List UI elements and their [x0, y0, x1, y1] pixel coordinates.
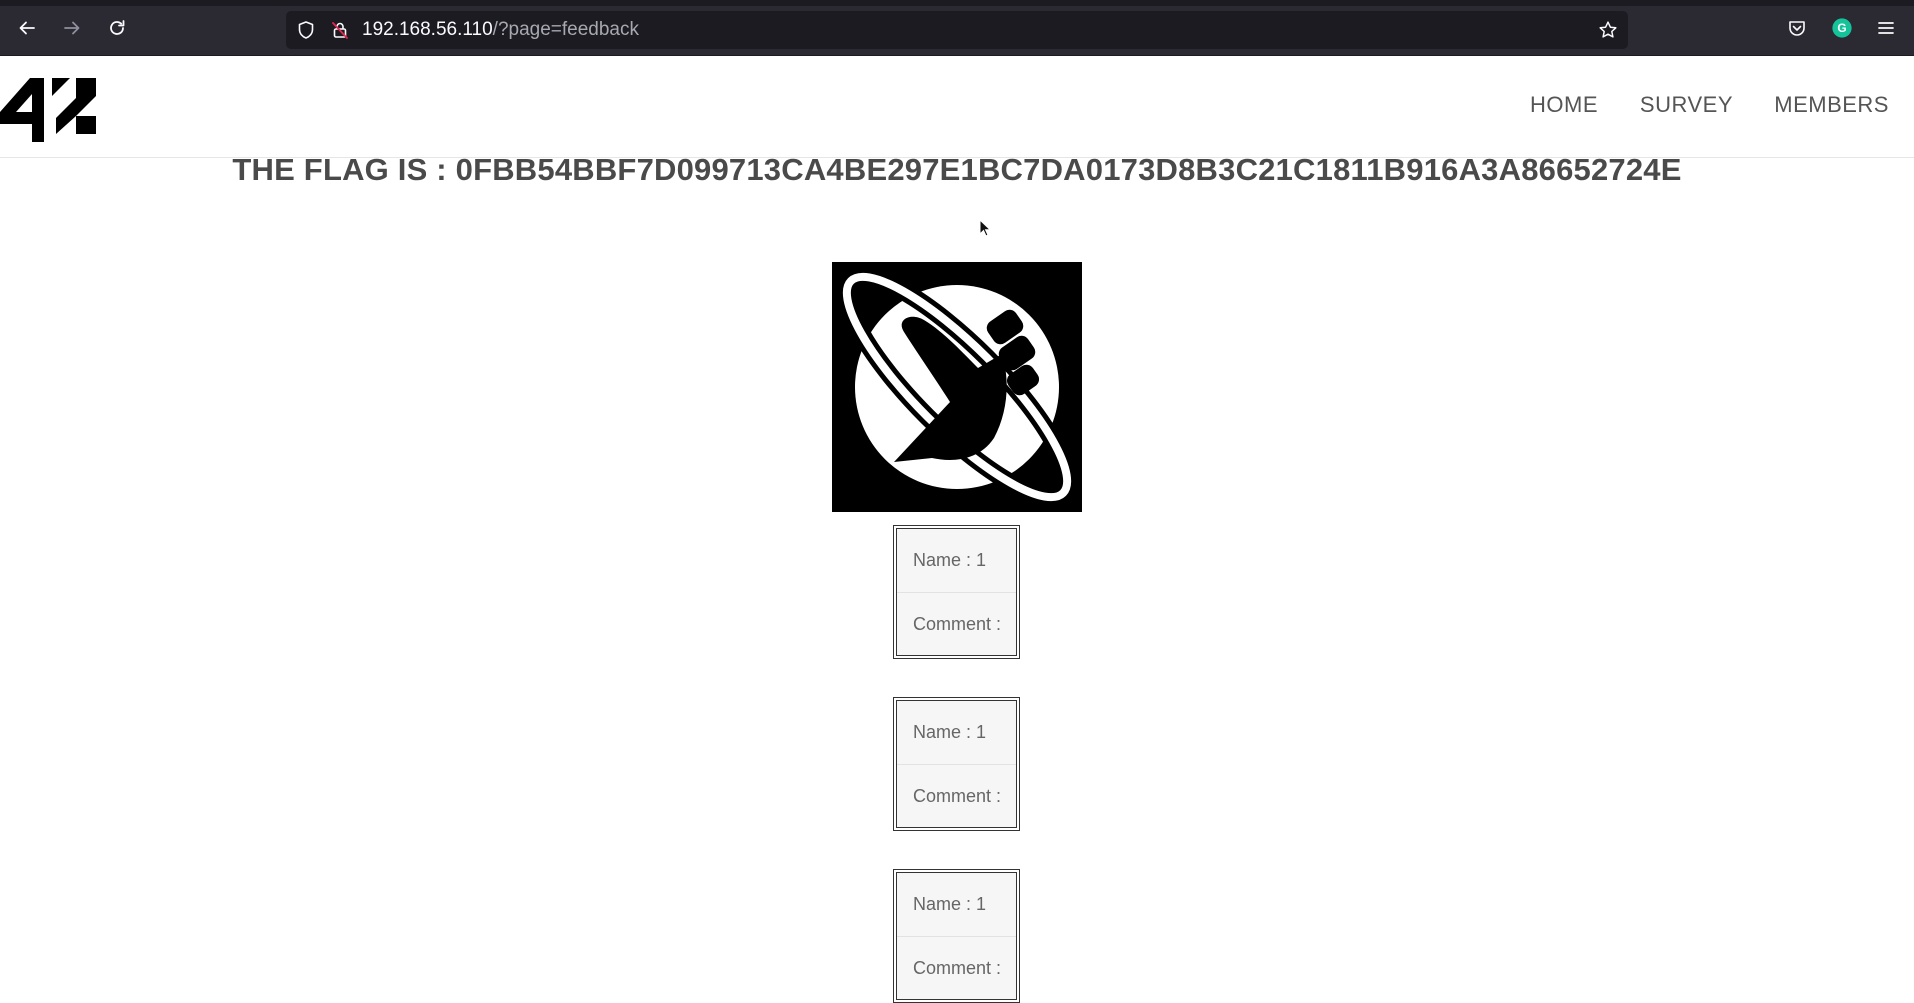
mouse-cursor-icon: [979, 219, 991, 237]
url-host: 192.168.56.110: [362, 19, 493, 40]
feedback-comment: Comment :: [897, 592, 1016, 655]
hamburger-menu-icon[interactable]: [1874, 16, 1898, 40]
url-text[interactable]: 192.168.56.110/?page=feedback: [362, 20, 639, 40]
planet-thumb-image: [832, 262, 1082, 512]
forward-button[interactable]: [58, 14, 86, 42]
reload-button[interactable]: [103, 14, 131, 42]
nav-home[interactable]: HOME: [1530, 92, 1598, 118]
feedback-comment: Comment :: [897, 764, 1016, 827]
grammarly-icon[interactable]: G: [1830, 16, 1854, 40]
feedback-entry: Name : 1 Comment :: [893, 869, 1020, 1003]
feedback-comment: Comment :: [897, 936, 1016, 999]
back-button[interactable]: [13, 14, 41, 42]
logo-42[interactable]: [0, 72, 98, 142]
back-arrow-icon: [19, 21, 35, 35]
grammarly-letter: G: [1837, 21, 1846, 35]
feedback-name: Name : 1: [913, 550, 987, 570]
reload-icon: [110, 20, 125, 35]
tab-strip-edge: [0, 0, 1914, 6]
nav-members[interactable]: MEMBERS: [1774, 92, 1889, 118]
browser-toolbar: 192.168.56.110/?page=feedback G: [0, 0, 1914, 56]
feedback-entry: Name : 1 Comment :: [893, 697, 1020, 831]
nav-survey[interactable]: SURVEY: [1640, 92, 1733, 118]
feedback-name: Name : 1: [913, 722, 987, 742]
insecure-lock-icon[interactable]: [330, 20, 350, 40]
forward-arrow-icon: [64, 21, 80, 35]
pocket-icon[interactable]: [1785, 16, 1809, 40]
star-bookmark-icon[interactable]: [1598, 20, 1618, 40]
url-path: /?page=feedback: [492, 19, 639, 40]
site-header: HOME SURVEY MEMBERS: [0, 56, 1914, 158]
shield-icon[interactable]: [296, 20, 316, 40]
address-bar[interactable]: 192.168.56.110/?page=feedback: [286, 11, 1628, 49]
flag-heading: THE FLAG IS : 0FBB54BBF7D099713CA4BE297E…: [232, 152, 1682, 187]
feedback-name: Name : 1: [913, 894, 987, 914]
feedback-entry: Name : 1 Comment :: [893, 525, 1020, 659]
